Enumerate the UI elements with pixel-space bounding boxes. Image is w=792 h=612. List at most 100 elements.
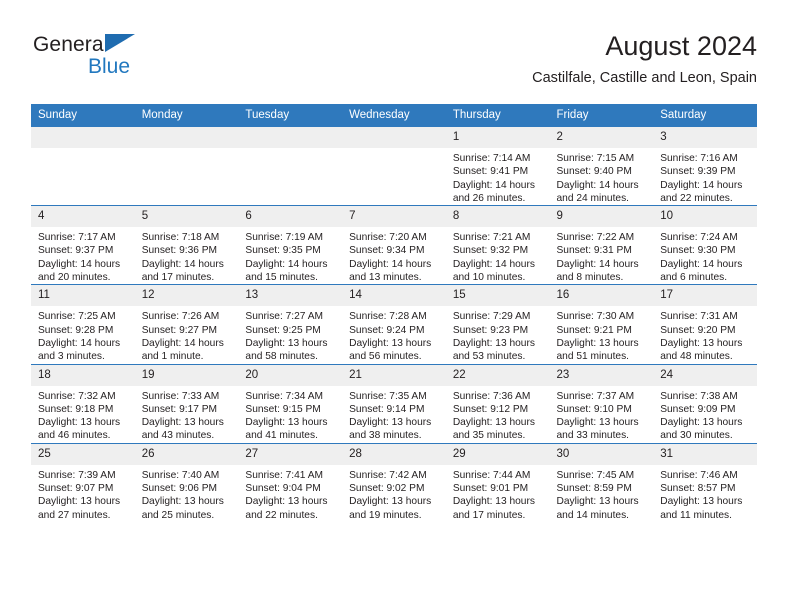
daylight-text-line1: Daylight: 14 hours bbox=[38, 258, 121, 270]
daylight-text-line2: and 10 minutes. bbox=[452, 272, 526, 284]
calendar-day-cell[interactable]: 3 Sunrise: 7:16 AM Sunset: 9:39 PM Daylight… bbox=[653, 127, 757, 206]
daylight-text-line2: and 20 minutes. bbox=[38, 272, 111, 284]
daylight-text-line1: Daylight: 13 hours bbox=[452, 496, 535, 508]
daylight-text-line1: Daylight: 14 hours bbox=[556, 258, 639, 270]
calendar-day-cell[interactable]: 19 Sunrise: 7:33 AM Sunset: 9:17 PM Dayligh… bbox=[134, 363, 239, 444]
day-details: Sunrise: 7:19 AM Sunset: 9:35 PM Daylight:… bbox=[238, 227, 342, 284]
weekday-header-wednesday: Wednesday bbox=[342, 104, 446, 127]
calendar-day-cell[interactable]: 16 Sunrise: 7:30 AM Sunset: 9:21 PM Dayligh… bbox=[549, 284, 654, 365]
calendar-day-cell[interactable]: 27 Sunrise: 7:41 AM Sunset: 9:04 PM Dayligh… bbox=[238, 442, 343, 522]
sunrise-text: Sunrise: 7:40 AM bbox=[141, 469, 220, 481]
day-details: Sunrise: 7:37 AM Sunset: 9:10 PM Daylight:… bbox=[550, 386, 654, 443]
day-number: 20 bbox=[238, 364, 343, 386]
day-details: Sunrise: 7:29 AM Sunset: 9:23 PM Daylight:… bbox=[446, 306, 550, 363]
calendar-day-cell[interactable]: 11 Sunrise: 7:25 AM Sunset: 9:28 PM Dayligh… bbox=[31, 284, 135, 365]
calendar-day-cell[interactable]: 7 Sunrise: 7:20 AM Sunset: 9:34 PM Daylight… bbox=[342, 205, 446, 285]
calendar-day-cell[interactable]: 21 Sunrise: 7:35 AM Sunset: 9:14 PM Dayligh… bbox=[342, 363, 446, 444]
calendar-day-cell[interactable]: 10 Sunrise: 7:24 AM Sunset: 9:30 PM Dayligh… bbox=[653, 205, 757, 285]
daylight-text-line1: Daylight: 13 hours bbox=[245, 496, 328, 508]
sunset-text: Sunset: 9:27 PM bbox=[141, 324, 218, 336]
weekday-header-friday: Friday bbox=[549, 104, 654, 127]
day-details: Sunrise: 7:25 AM Sunset: 9:28 PM Daylight:… bbox=[31, 306, 135, 363]
day-number: 30 bbox=[549, 443, 654, 465]
day-number: 11 bbox=[31, 285, 135, 307]
calendar-day-cell[interactable]: 5 Sunrise: 7:18 AM Sunset: 9:36 PM Daylight… bbox=[134, 205, 239, 285]
sunrise-text: Sunrise: 7:37 AM bbox=[556, 390, 635, 402]
day-details: Sunrise: 7:30 AM Sunset: 9:21 PM Daylight:… bbox=[550, 306, 654, 363]
sunset-text: Sunset: 9:02 PM bbox=[349, 483, 425, 495]
sunset-text: Sunset: 9:34 PM bbox=[349, 245, 425, 257]
calendar-day-cell[interactable]: 30 Sunrise: 7:45 AM Sunset: 8:59 PM Dayligh… bbox=[549, 442, 654, 522]
calendar-day-cell[interactable]: 22 Sunrise: 7:36 AM Sunset: 9:12 PM Dayligh… bbox=[445, 363, 550, 444]
sunset-text: Sunset: 9:25 PM bbox=[245, 324, 321, 336]
day-number: 18 bbox=[31, 364, 135, 386]
day-details: Sunrise: 7:28 AM Sunset: 9:24 PM Daylight:… bbox=[342, 306, 446, 363]
day-number: 10 bbox=[653, 206, 757, 228]
calendar-day-cell[interactable]: 17 Sunrise: 7:31 AM Sunset: 9:20 PM Dayligh… bbox=[653, 284, 757, 365]
calendar-week-row: 4 Sunrise: 7:17 AM Sunset: 9:37 PM Daylight… bbox=[31, 205, 757, 285]
day-number: 8 bbox=[445, 206, 550, 228]
calendar-body: 1 Sunrise: 7:14 AM Sunset: 9:41 PM Daylight… bbox=[31, 127, 757, 522]
calendar-day-cell[interactable]: 15 Sunrise: 7:29 AM Sunset: 9:23 PM Dayligh… bbox=[445, 284, 550, 365]
calendar-day-cell[interactable]: 12 Sunrise: 7:26 AM Sunset: 9:27 PM Dayligh… bbox=[134, 284, 239, 365]
weekday-header-saturday: Saturday bbox=[653, 104, 757, 127]
daylight-text-line2: and 25 minutes. bbox=[141, 509, 215, 521]
calendar-day-cell[interactable]: 8 Sunrise: 7:21 AM Sunset: 9:32 PM Daylight… bbox=[445, 205, 550, 285]
calendar-week-row: 18 Sunrise: 7:32 AM Sunset: 9:18 PM Dayligh… bbox=[31, 363, 757, 444]
daylight-text-line2: and 56 minutes. bbox=[349, 351, 422, 363]
daylight-text-line2: and 3 minutes. bbox=[38, 351, 105, 363]
weekday-header-thursday: Thursday bbox=[445, 104, 550, 127]
calendar-day-cell[interactable]: 18 Sunrise: 7:32 AM Sunset: 9:18 PM Dayligh… bbox=[31, 363, 135, 444]
calendar-day-cell[interactable]: 13 Sunrise: 7:27 AM Sunset: 9:25 PM Dayligh… bbox=[238, 284, 343, 365]
calendar-week-row: 11 Sunrise: 7:25 AM Sunset: 9:28 PM Dayligh… bbox=[31, 284, 757, 365]
day-details: Sunrise: 7:22 AM Sunset: 9:31 PM Daylight:… bbox=[550, 227, 654, 284]
daylight-text-line1: Daylight: 14 hours bbox=[38, 337, 121, 349]
sunset-text: Sunset: 9:15 PM bbox=[245, 403, 321, 415]
daylight-text-line1: Daylight: 13 hours bbox=[349, 496, 432, 508]
calendar-day-cell[interactable]: 1 Sunrise: 7:14 AM Sunset: 9:41 PM Daylight… bbox=[445, 127, 550, 206]
calendar-day-cell[interactable]: 25 Sunrise: 7:39 AM Sunset: 9:07 PM Dayligh… bbox=[31, 442, 135, 522]
day-number: 17 bbox=[653, 285, 757, 307]
sunset-text: Sunset: 9:41 PM bbox=[452, 166, 529, 178]
title-block: August 2024 Castilfale, Castille and Leo… bbox=[532, 30, 757, 87]
day-number: 6 bbox=[238, 206, 343, 228]
calendar-day-cell[interactable]: 24 Sunrise: 7:38 AM Sunset: 9:09 PM Dayligh… bbox=[653, 363, 757, 444]
calendar-day-cell[interactable]: 20 Sunrise: 7:34 AM Sunset: 9:15 PM Dayligh… bbox=[238, 363, 343, 444]
daylight-text-line1: Daylight: 14 hours bbox=[452, 179, 535, 191]
day-details: Sunrise: 7:36 AM Sunset: 9:12 PM Daylight:… bbox=[446, 386, 550, 443]
sunrise-text: Sunrise: 7:21 AM bbox=[452, 232, 531, 244]
day-details: Sunrise: 7:21 AM Sunset: 9:32 PM Daylight:… bbox=[446, 227, 550, 284]
daylight-text-line2: and 58 minutes. bbox=[245, 351, 318, 363]
daylight-text-line1: Daylight: 14 hours bbox=[660, 258, 743, 270]
sunrise-text: Sunrise: 7:34 AM bbox=[245, 390, 323, 402]
sunset-text: Sunset: 9:09 PM bbox=[660, 403, 736, 415]
calendar-day-cell[interactable]: 9 Sunrise: 7:22 AM Sunset: 9:31 PM Daylight… bbox=[549, 205, 654, 285]
calendar-week-row: 25 Sunrise: 7:39 AM Sunset: 9:07 PM Dayligh… bbox=[31, 442, 757, 522]
calendar-day-cell[interactable]: 26 Sunrise: 7:40 AM Sunset: 9:06 PM Dayligh… bbox=[134, 442, 239, 522]
sunset-text: Sunset: 9:14 PM bbox=[349, 403, 425, 415]
day-number bbox=[134, 127, 239, 148]
daylight-text-line2: and 51 minutes. bbox=[556, 351, 630, 363]
calendar-day-cell[interactable]: 28 Sunrise: 7:42 AM Sunset: 9:02 PM Dayligh… bbox=[342, 442, 446, 522]
daylight-text-line1: Daylight: 13 hours bbox=[245, 337, 328, 349]
day-number: 5 bbox=[134, 206, 239, 228]
daylight-text-line2: and 1 minute. bbox=[141, 351, 204, 363]
calendar-day-cell[interactable]: 29 Sunrise: 7:44 AM Sunset: 9:01 PM Dayligh… bbox=[445, 442, 550, 522]
sunset-text: Sunset: 9:36 PM bbox=[141, 245, 218, 257]
daylight-text-line1: Daylight: 13 hours bbox=[38, 496, 121, 508]
calendar-day-cell[interactable]: 4 Sunrise: 7:17 AM Sunset: 9:37 PM Daylight… bbox=[31, 205, 135, 285]
day-details: Sunrise: 7:26 AM Sunset: 9:27 PM Daylight:… bbox=[135, 306, 239, 363]
sunset-text: Sunset: 9:31 PM bbox=[556, 245, 632, 257]
calendar-day-cell[interactable]: 2 Sunrise: 7:15 AM Sunset: 9:40 PM Daylight… bbox=[549, 127, 654, 206]
daylight-text-line1: Daylight: 14 hours bbox=[141, 258, 224, 270]
weekday-header-tuesday: Tuesday bbox=[238, 104, 343, 127]
day-details: Sunrise: 7:18 AM Sunset: 9:36 PM Daylight:… bbox=[135, 227, 239, 284]
calendar-day-cell[interactable]: 14 Sunrise: 7:28 AM Sunset: 9:24 PM Dayligh… bbox=[342, 284, 446, 365]
daylight-text-line1: Daylight: 14 hours bbox=[245, 258, 328, 270]
sunset-text: Sunset: 9:17 PM bbox=[141, 403, 218, 415]
sunrise-text: Sunrise: 7:30 AM bbox=[556, 311, 635, 323]
day-number bbox=[342, 127, 446, 148]
calendar-day-cell[interactable]: 31 Sunrise: 7:46 AM Sunset: 8:57 PM Dayligh… bbox=[653, 442, 757, 522]
calendar-day-cell[interactable]: 6 Sunrise: 7:19 AM Sunset: 9:35 PM Daylight… bbox=[238, 205, 343, 285]
calendar-day-cell[interactable]: 23 Sunrise: 7:37 AM Sunset: 9:10 PM Dayligh… bbox=[549, 363, 654, 444]
